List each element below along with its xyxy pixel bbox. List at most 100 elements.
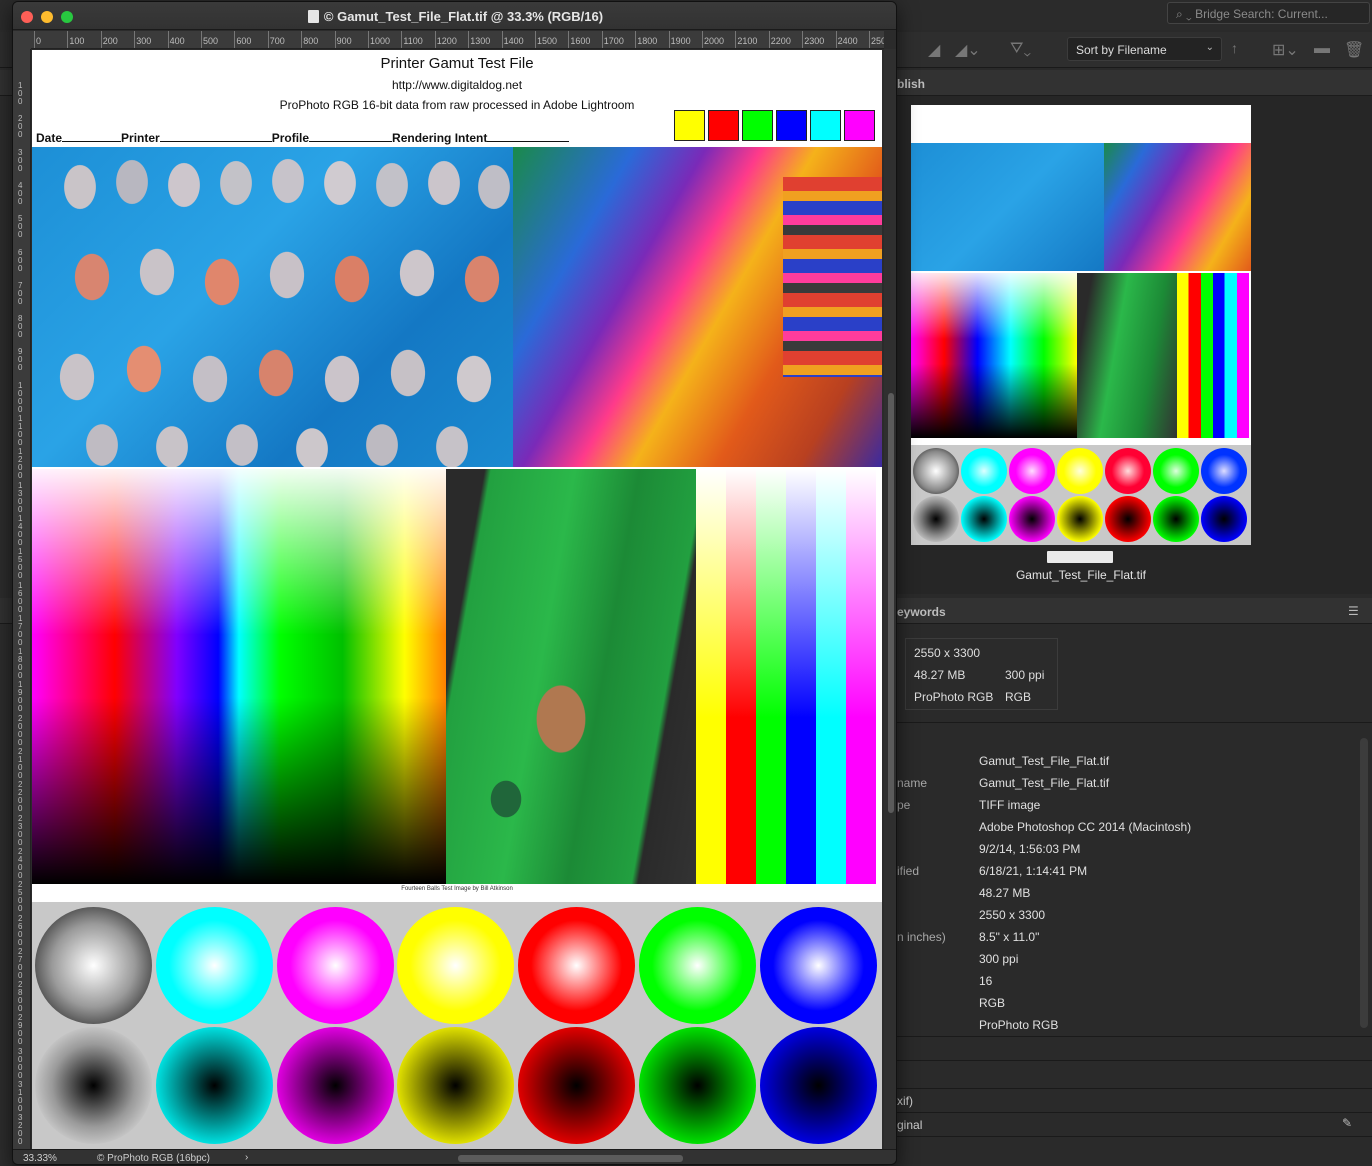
ruler-label: 500 <box>18 214 23 240</box>
metadata-value-filename: Gamut_Test_File_Flat.tif <box>979 754 1110 768</box>
ruler-tick <box>234 31 236 48</box>
test-ball-dark-center <box>155 1027 273 1144</box>
bridge-search-input[interactable]: ⌕ ⌄ Bridge Search: Current... <box>1167 2 1370 24</box>
quality-icon[interactable]: ◢⌄ <box>955 40 981 60</box>
scrollbar-thumb[interactable] <box>888 393 894 813</box>
ruler-label: 1900 <box>670 36 691 46</box>
ruler-tick <box>301 31 303 48</box>
filter-icon[interactable]: ⛛⌄ <box>1010 40 1031 58</box>
ruler-tick <box>167 31 169 48</box>
boat-photo <box>446 469 696 884</box>
ruler-tick <box>869 31 870 48</box>
ruler-label: 900 <box>18 347 23 373</box>
document-canvas[interactable]: Printer Gamut Test File http://www.digit… <box>32 50 882 1149</box>
sort-dropdown[interactable]: Sort by Filename ⌄ <box>1067 37 1222 61</box>
ruler-tick <box>468 31 470 48</box>
ruler-label: 2200 <box>18 780 23 814</box>
summary-size: 48.27 MB <box>914 668 966 682</box>
ruler-label: 600 <box>236 36 252 46</box>
ruler-label: 2100 <box>18 747 23 780</box>
metadata-value-dimensions-inches: 8.5" x 11.0" <box>979 930 1040 944</box>
summary-mode: RGB <box>1005 690 1032 704</box>
ruler-label: 0 <box>36 36 42 46</box>
ruler-label: 400 <box>169 36 185 46</box>
color-swatch <box>844 110 875 141</box>
ruler-label: 2500 <box>18 880 23 914</box>
ruler-label: 1300 <box>470 36 491 46</box>
rendering-intent-field-label: Rendering Intent <box>392 131 488 145</box>
window-title-bar[interactable]: © Gamut_Test_File_Flat.tif @ 33.3% (RGB/… <box>13 2 896 30</box>
ruler-label: 1500 <box>537 36 558 46</box>
test-ball-light-center <box>518 907 636 1024</box>
search-icon: ⌕ ⌄ <box>1176 7 1196 21</box>
ruler-tick <box>501 31 503 48</box>
ruler-label: 1600 <box>570 36 591 46</box>
ruler-tick <box>702 31 703 48</box>
ruler-label: 2700 <box>18 946 23 980</box>
ruler-label: 200 <box>18 114 23 140</box>
test-ball-light-center <box>639 907 756 1024</box>
thumbnail-rating-bar <box>1047 551 1113 563</box>
ruler-origin[interactable] <box>13 31 31 49</box>
ruler-label: 1200 <box>18 447 23 481</box>
original-section-header[interactable]: ginal <box>897 1118 922 1132</box>
metadata-label: n inches) <box>897 930 946 944</box>
color-stripe <box>726 469 756 884</box>
document-url: http://www.digitaldog.net <box>391 78 523 92</box>
search-placeholder: Bridge Search: Current... <box>1195 7 1328 21</box>
balls-caption: Fourteen Balls Test Image by Bill Atkins… <box>401 886 513 892</box>
file-thumbnail[interactable] <box>911 105 1251 545</box>
status-menu-arrow-icon[interactable]: › <box>245 1152 248 1163</box>
metadata-value-color-mode: RGB <box>979 996 1006 1010</box>
pencil-icon[interactable]: ✎ <box>1342 1116 1352 1130</box>
ruler-tick <box>34 31 35 48</box>
ruler-tick <box>835 31 837 48</box>
open-recent-icon[interactable]: ⊞⌄ <box>1272 40 1299 60</box>
profile-field-label: Profile <box>271 131 310 145</box>
printer-field-label: Printer <box>121 131 160 145</box>
exif-section-header[interactable]: xif) <box>897 1094 913 1108</box>
zoom-level[interactable]: 33.33% <box>23 1153 57 1164</box>
rating-filter-icon[interactable]: ◢ <box>928 40 940 60</box>
document-profile-info: © ProPhoto RGB (16bpc) <box>97 1153 210 1164</box>
ruler-tick <box>735 31 737 48</box>
ruler-tick <box>535 31 536 48</box>
horizontal-ruler[interactable]: 0 100 200 300 400 500 600 700 800 900 1000 1100 1200… <box>31 31 884 49</box>
document-title: Printer Gamut Test File <box>380 55 534 72</box>
ruler-label: 3100 <box>18 1080 23 1113</box>
ruler-tick <box>201 31 202 48</box>
panel-menu-icon[interactable]: ☰ <box>1348 604 1359 618</box>
metadata-value-file-size: 48.27 MB <box>979 886 1031 900</box>
color-stripe <box>786 469 816 884</box>
color-swatch <box>776 110 807 141</box>
ruler-label: 3000 <box>18 1046 23 1080</box>
sort-ascending-icon[interactable]: ↑ <box>1231 40 1238 56</box>
test-ball-dark-center <box>35 1027 152 1144</box>
ruler-tick <box>334 31 336 48</box>
ruler-label: 1000 <box>370 36 391 46</box>
vertical-scrollbar[interactable] <box>884 49 896 1149</box>
fabric-photo <box>513 147 882 467</box>
ruler-label: 100 <box>69 36 85 46</box>
new-folder-icon[interactable]: ▬ <box>1314 40 1330 58</box>
ruler-label: 1300 <box>18 480 23 514</box>
metadata-scrollbar[interactable] <box>1360 738 1368 1028</box>
horizontal-scrollbar-thumb[interactable] <box>458 1155 683 1162</box>
vertical-ruler[interactable]: 100 200 300 400 500 600 700 800 900 1000 1100 1200 1… <box>13 49 31 1149</box>
ruler-tick <box>134 31 136 48</box>
ruler-label: 2900 <box>18 1013 23 1047</box>
ruler-label: 1700 <box>18 613 23 647</box>
ruler-label: 1100 <box>18 414 23 447</box>
fish-photo <box>32 147 513 467</box>
ruler-label: 300 <box>18 147 23 173</box>
test-ball-dark-center <box>397 1027 515 1144</box>
ruler-label: 2300 <box>18 813 23 847</box>
color-swatch <box>742 110 773 141</box>
color-stripe <box>696 469 726 884</box>
trash-icon[interactable]: 🗑 <box>1344 40 1364 60</box>
ruler-label: 2100 <box>737 36 758 46</box>
ruler-label: 2000 <box>704 36 725 46</box>
ruler-label: 1400 <box>503 36 524 46</box>
metadata-value-bit-depth: 16 <box>979 974 993 988</box>
summary-resolution: 300 ppi <box>1005 668 1045 682</box>
